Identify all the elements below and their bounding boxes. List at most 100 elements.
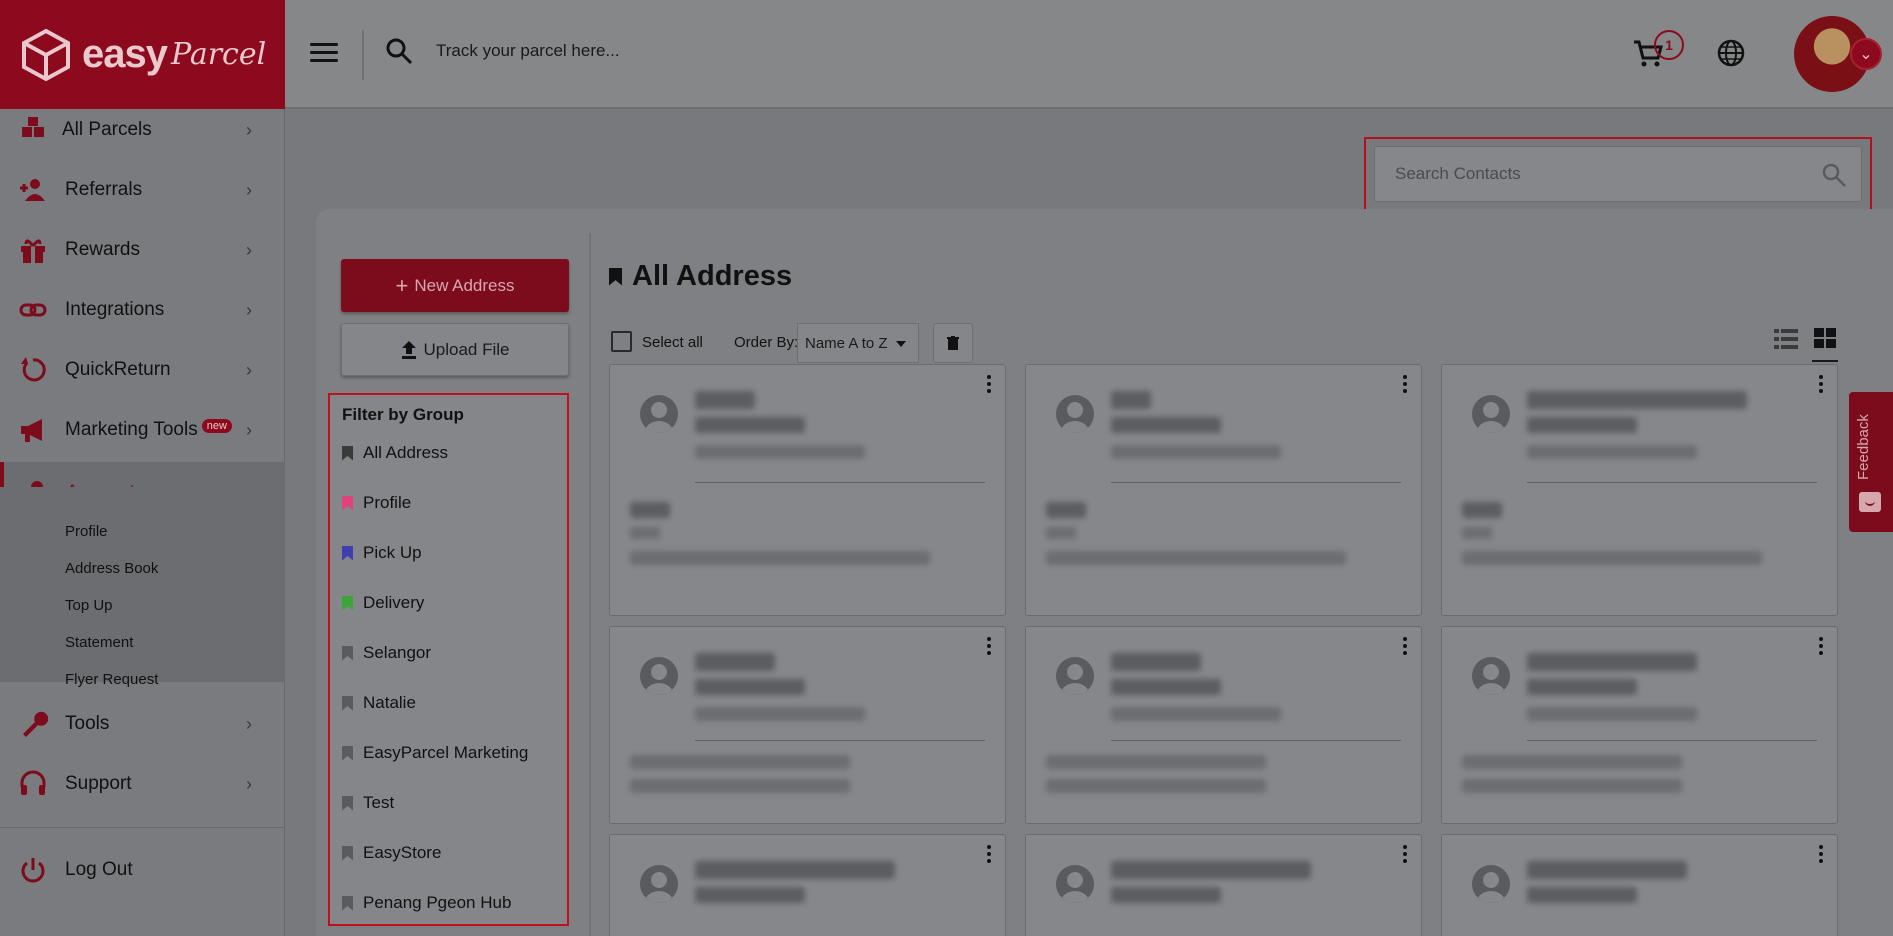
sidebar-item-quickreturn[interactable]: QuickReturn › bbox=[0, 342, 285, 398]
chevron-right-icon: › bbox=[246, 299, 252, 320]
contact-card[interactable] bbox=[1025, 626, 1422, 824]
redacted-text bbox=[1527, 417, 1637, 433]
submenu-profile[interactable]: Profile bbox=[65, 523, 108, 540]
feedback-tab[interactable]: Feedback bbox=[1849, 392, 1893, 532]
contact-card[interactable] bbox=[1025, 834, 1422, 936]
chevron-down-icon[interactable]: ⌄ bbox=[1850, 38, 1882, 70]
upload-file-button[interactable]: Upload File bbox=[341, 323, 569, 376]
contact-card[interactable] bbox=[609, 364, 1006, 616]
filter-group-label: Test bbox=[363, 793, 395, 812]
wrench-icon bbox=[23, 711, 48, 737]
card-divider bbox=[1111, 482, 1401, 483]
filter-group-item[interactable]: EasyParcel Marketing bbox=[342, 738, 562, 768]
globe-icon[interactable] bbox=[1716, 38, 1746, 68]
track-parcel-input[interactable]: Track your parcel here... bbox=[436, 41, 620, 61]
more-options-icon[interactable] bbox=[1819, 845, 1823, 863]
sidebar-item-support[interactable]: Support › bbox=[0, 756, 285, 812]
redacted-text bbox=[1111, 417, 1221, 433]
card-divider bbox=[695, 482, 985, 483]
redacted-text bbox=[695, 391, 755, 409]
more-options-icon[interactable] bbox=[987, 637, 991, 655]
filter-group-item[interactable]: Pick Up bbox=[342, 538, 562, 568]
contact-card[interactable] bbox=[609, 626, 1006, 824]
filter-by-group: Filter by Group All Address Profile Pick U… bbox=[328, 393, 569, 926]
redacted-text bbox=[1111, 391, 1151, 409]
list-view-icon[interactable] bbox=[1774, 328, 1798, 350]
more-options-icon[interactable] bbox=[1403, 375, 1407, 393]
select-all-checkbox[interactable] bbox=[611, 331, 632, 352]
more-options-icon[interactable] bbox=[987, 845, 991, 863]
filter-group-item[interactable]: Penang Pgeon Hub bbox=[342, 888, 562, 918]
contact-card[interactable] bbox=[1441, 364, 1838, 616]
power-icon bbox=[21, 858, 45, 883]
grid-view-icon[interactable] bbox=[1812, 322, 1838, 362]
hamburger-menu-icon[interactable] bbox=[310, 38, 338, 66]
sidebar-item-all-parcels[interactable]: All Parcels › bbox=[0, 102, 285, 158]
bookmark-icon bbox=[342, 495, 353, 511]
submenu-flyer-request[interactable]: Flyer Request bbox=[65, 671, 158, 688]
submenu-top-up[interactable]: Top Up bbox=[65, 597, 113, 614]
redacted-text bbox=[695, 445, 865, 459]
logo[interactable]: easy Parcel bbox=[0, 0, 285, 109]
filter-group-item[interactable]: EasyStore bbox=[342, 838, 562, 868]
redacted-text bbox=[695, 679, 805, 695]
redacted-text bbox=[1111, 653, 1201, 671]
new-address-button[interactable]: + New Address bbox=[341, 259, 569, 312]
more-options-icon[interactable] bbox=[1403, 637, 1407, 655]
sidebar-item-tools[interactable]: Tools › bbox=[0, 696, 285, 752]
more-options-icon[interactable] bbox=[1819, 637, 1823, 655]
upload-file-label: Upload File bbox=[423, 339, 510, 359]
bookmark-icon bbox=[342, 695, 353, 711]
filter-group-item[interactable]: Natalie bbox=[342, 688, 562, 718]
more-options-icon[interactable] bbox=[987, 375, 991, 393]
order-by-select[interactable]: Name A to Z bbox=[797, 323, 919, 363]
sidebar-item-label: Rewards bbox=[65, 239, 140, 260]
submenu-statement[interactable]: Statement bbox=[65, 634, 133, 651]
filter-group-label: Penang Pgeon Hub bbox=[363, 893, 512, 912]
redacted-text bbox=[695, 653, 775, 671]
sidebar-item-label: Integrations bbox=[65, 299, 165, 320]
redacted-text bbox=[1111, 861, 1311, 879]
contact-card[interactable] bbox=[1441, 834, 1838, 936]
filter-group-item[interactable]: Test bbox=[342, 788, 562, 818]
chevron-right-icon: › bbox=[246, 239, 252, 260]
contact-avatar bbox=[1472, 395, 1510, 433]
sidebar-item-logout[interactable]: Log Out bbox=[0, 842, 285, 898]
bookmark-icon bbox=[342, 745, 353, 761]
new-badge: new bbox=[201, 419, 232, 433]
more-options-icon[interactable] bbox=[1819, 375, 1823, 393]
contact-card[interactable] bbox=[609, 834, 1006, 936]
sidebar-item-rewards[interactable]: Rewards › bbox=[0, 222, 285, 278]
redacted-text bbox=[695, 707, 865, 721]
parcels-icon bbox=[22, 117, 44, 137]
filter-group-item[interactable]: All Address bbox=[342, 438, 562, 468]
search-contacts-input[interactable] bbox=[1375, 147, 1815, 201]
search-icon[interactable] bbox=[1821, 162, 1847, 188]
search-contacts-box bbox=[1374, 146, 1862, 202]
delete-button[interactable] bbox=[933, 323, 973, 363]
sidebar-item-integrations[interactable]: Integrations › bbox=[0, 282, 285, 338]
contact-avatar bbox=[1472, 657, 1510, 695]
plus-icon: + bbox=[395, 272, 409, 298]
page-title-text: All Address bbox=[632, 260, 793, 292]
more-options-icon[interactable] bbox=[1403, 845, 1407, 863]
contact-avatar bbox=[640, 865, 678, 903]
redacted-text bbox=[695, 861, 895, 879]
sidebar-item-referrals[interactable]: Referrals › bbox=[0, 162, 285, 218]
referrals-icon bbox=[20, 179, 45, 201]
filter-group-label: Selangor bbox=[363, 643, 432, 662]
filter-group-item[interactable]: Delivery bbox=[342, 588, 562, 618]
filter-group-item[interactable]: Profile bbox=[342, 488, 562, 518]
contact-avatar bbox=[1056, 395, 1094, 433]
search-icon[interactable] bbox=[384, 36, 414, 66]
redacted-text bbox=[1527, 861, 1687, 879]
divider bbox=[589, 233, 591, 936]
sidebar-item-label: Tools bbox=[65, 713, 110, 734]
contact-card[interactable] bbox=[1025, 364, 1422, 616]
filter-group-item[interactable]: Selangor bbox=[342, 638, 562, 668]
bookmark-icon bbox=[342, 845, 353, 861]
contact-card[interactable] bbox=[1441, 626, 1838, 824]
submenu-address-book[interactable]: Address Book bbox=[65, 560, 158, 577]
sidebar-item-marketing-tools[interactable]: Marketing Tools new › bbox=[0, 402, 285, 458]
filter-group-label: All Address bbox=[363, 443, 449, 462]
